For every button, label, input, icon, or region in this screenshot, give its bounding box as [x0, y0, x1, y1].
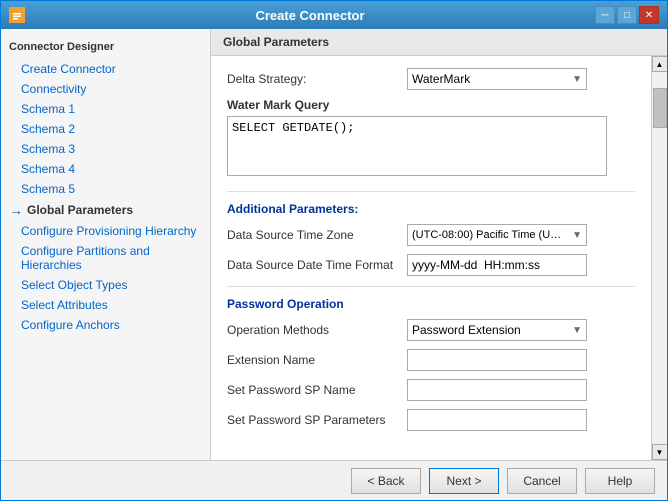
sidebar: Connector Designer Create Connector Conn… [1, 29, 211, 460]
window-controls: ─ □ ✕ [595, 6, 659, 24]
main-window: Create Connector ─ □ ✕ Connector Designe… [0, 0, 668, 501]
current-item-arrow-icon: → [9, 202, 23, 218]
sidebar-item-configure-anchors[interactable]: Configure Anchors [1, 315, 210, 335]
cancel-button[interactable]: Cancel [507, 468, 577, 494]
help-button[interactable]: Help [585, 468, 655, 494]
scrollbar-thumb[interactable] [653, 88, 667, 128]
panel-header: Global Parameters [211, 29, 667, 56]
sidebar-header: Connector Designer [1, 37, 210, 59]
sidebar-item-select-attributes[interactable]: Select Attributes [1, 295, 210, 315]
timezone-select[interactable]: (UTC-08:00) Pacific Time (US & C... ▼ [407, 224, 587, 246]
main-panel: Global Parameters Delta Strategy: WaterM… [211, 29, 667, 460]
delta-strategy-row: Delta Strategy: WaterMark ▼ [227, 68, 635, 90]
operation-methods-label: Operation Methods [227, 323, 407, 337]
water-mark-query-textarea[interactable]: SELECT GETDATE(); [227, 116, 607, 176]
sidebar-item-configure-partitions-hierarchies[interactable]: Configure Partitions and Hierarchies [1, 241, 210, 275]
delta-strategy-select[interactable]: WaterMark ▼ [407, 68, 587, 90]
extension-name-label: Extension Name [227, 353, 407, 367]
timezone-dropdown-arrow-icon: ▼ [572, 230, 582, 241]
sidebar-item-global-parameters[interactable]: → Global Parameters [1, 199, 210, 221]
minimize-button[interactable]: ─ [595, 6, 615, 24]
sidebar-item-schema3[interactable]: Schema 3 [1, 139, 210, 159]
sidebar-item-select-object-types[interactable]: Select Object Types [1, 275, 210, 295]
window-icon [9, 7, 25, 23]
bottom-bar: < Back Next > Cancel Help [1, 460, 667, 500]
timezone-row: Data Source Time Zone (UTC-08:00) Pacifi… [227, 224, 635, 246]
sidebar-item-schema1[interactable]: Schema 1 [1, 99, 210, 119]
sidebar-item-schema5[interactable]: Schema 5 [1, 179, 210, 199]
window-title: Create Connector [25, 8, 595, 23]
operation-methods-select[interactable]: Password Extension ▼ [407, 319, 587, 341]
water-mark-query-label: Water Mark Query [227, 98, 635, 112]
water-mark-query-container: SELECT GETDATE(); [227, 116, 635, 179]
sidebar-item-schema2[interactable]: Schema 2 [1, 119, 210, 139]
scrollbar-up-button[interactable]: ▲ [652, 56, 668, 72]
datetime-format-row: Data Source Date Time Format [227, 254, 635, 276]
next-button[interactable]: Next > [429, 468, 499, 494]
content-area: Connector Designer Create Connector Conn… [1, 29, 667, 460]
divider1 [227, 191, 635, 192]
datetime-format-input[interactable] [407, 254, 587, 276]
operation-methods-dropdown-arrow-icon: ▼ [572, 325, 582, 336]
title-bar: Create Connector ─ □ ✕ [1, 1, 667, 29]
set-password-sp-input[interactable] [407, 379, 587, 401]
set-password-params-label: Set Password SP Parameters [227, 413, 407, 427]
delta-strategy-dropdown-arrow-icon: ▼ [572, 74, 582, 85]
password-operation-label: Password Operation [227, 297, 635, 311]
scrollbar-down-button[interactable]: ▼ [652, 444, 668, 460]
sidebar-item-schema4[interactable]: Schema 4 [1, 159, 210, 179]
additional-params-label: Additional Parameters: [227, 202, 635, 216]
divider2 [227, 286, 635, 287]
back-button[interactable]: < Back [351, 468, 421, 494]
datetime-format-label: Data Source Date Time Format [227, 258, 407, 272]
extension-name-input[interactable] [407, 349, 587, 371]
set-password-params-input[interactable] [407, 409, 587, 431]
close-button[interactable]: ✕ [639, 6, 659, 24]
set-password-sp-row: Set Password SP Name [227, 379, 635, 401]
set-password-params-row: Set Password SP Parameters [227, 409, 635, 431]
scrollbar: ▲ ▼ [651, 56, 667, 460]
sidebar-item-create-connector[interactable]: Create Connector [1, 59, 210, 79]
set-password-sp-label: Set Password SP Name [227, 383, 407, 397]
sidebar-item-configure-provisioning-hierarchy[interactable]: Configure Provisioning Hierarchy [1, 221, 210, 241]
panel-content: Delta Strategy: WaterMark ▼ Water Mark Q… [211, 56, 651, 460]
sidebar-item-connectivity[interactable]: Connectivity [1, 79, 210, 99]
timezone-label: Data Source Time Zone [227, 228, 407, 242]
extension-name-row: Extension Name [227, 349, 635, 371]
delta-strategy-label: Delta Strategy: [227, 72, 407, 86]
maximize-button[interactable]: □ [617, 6, 637, 24]
operation-methods-row: Operation Methods Password Extension ▼ [227, 319, 635, 341]
